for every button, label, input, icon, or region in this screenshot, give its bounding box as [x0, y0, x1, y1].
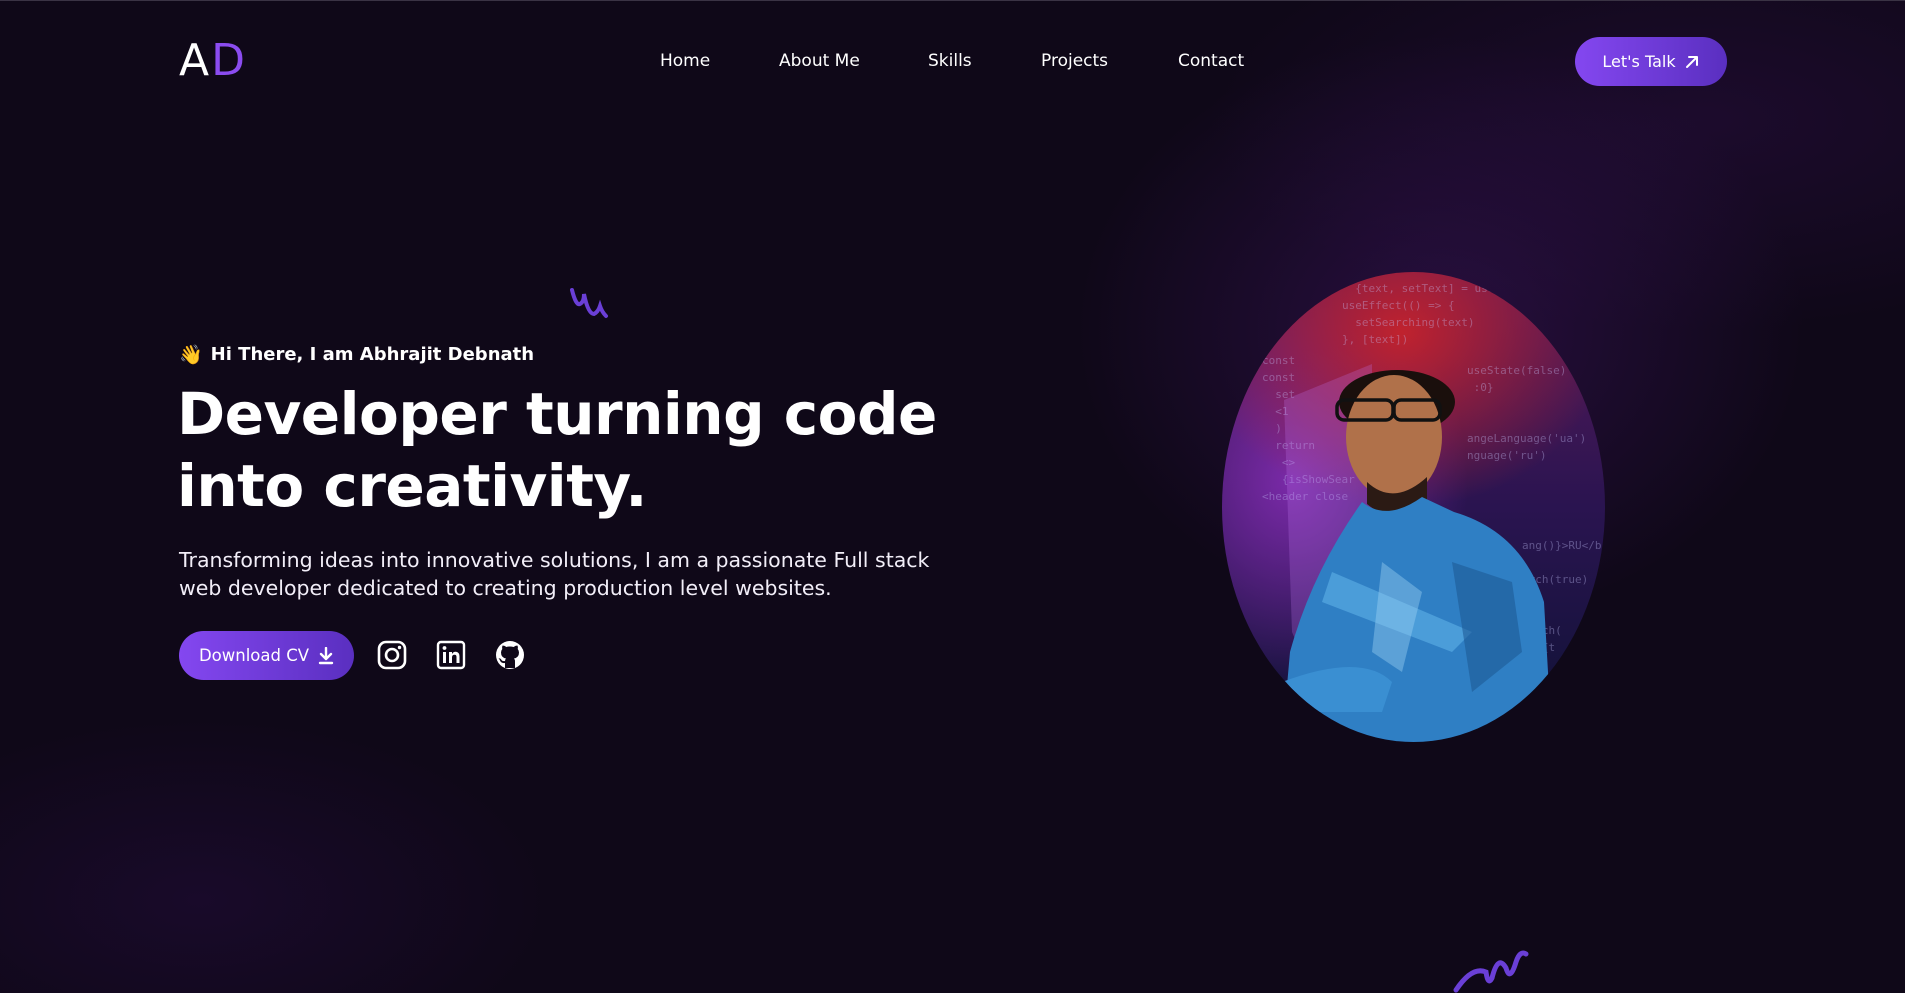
lets-talk-button[interactable]: Let's Talk	[1575, 37, 1727, 86]
waving-hand-icon: 👋	[179, 344, 203, 366]
top-border	[0, 0, 1905, 1]
person-silhouette	[1282, 364, 1552, 742]
squiggle-decoration-top	[570, 288, 608, 318]
nav-skills[interactable]: Skills	[928, 49, 972, 73]
hero-headline: Developer turning code into creativity.	[177, 378, 937, 522]
download-icon	[318, 646, 334, 665]
linkedin-icon[interactable]	[433, 637, 469, 673]
nav-contact[interactable]: Contact	[1178, 49, 1244, 73]
nav-home[interactable]: Home	[660, 49, 710, 73]
arrow-up-right-icon	[1684, 54, 1700, 70]
profile-photo: {text, setText] = useSta useEffect(() =>…	[1222, 272, 1605, 742]
github-icon[interactable]	[492, 637, 528, 673]
download-cv-label: Download CV	[198, 646, 310, 665]
logo-letter-d: D	[211, 35, 247, 86]
lets-talk-label: Let's Talk	[1602, 52, 1676, 71]
hero-description: Transforming ideas into innovative solut…	[179, 546, 939, 602]
squiggle-decoration-bottom	[1453, 950, 1529, 993]
nav-projects[interactable]: Projects	[1041, 49, 1108, 73]
logo[interactable]: AD	[179, 36, 247, 86]
logo-letter-a: A	[179, 35, 212, 86]
greeting-text: Hi There, I am Abhrajit Debnath	[210, 344, 535, 365]
headline-line-2: into creativity.	[177, 452, 647, 520]
download-cv-button[interactable]: Download CV	[179, 631, 354, 680]
greeting: 👋 Hi There, I am Abhrajit Debnath	[179, 343, 534, 367]
description-line-1: Transforming ideas into innovative solut…	[179, 548, 930, 572]
description-line-2: web developer dedicated to creating prod…	[179, 576, 832, 600]
headline-line-1: Developer turning code	[177, 380, 937, 448]
nav-about-me[interactable]: About Me	[779, 49, 860, 73]
instagram-icon[interactable]	[374, 637, 410, 673]
